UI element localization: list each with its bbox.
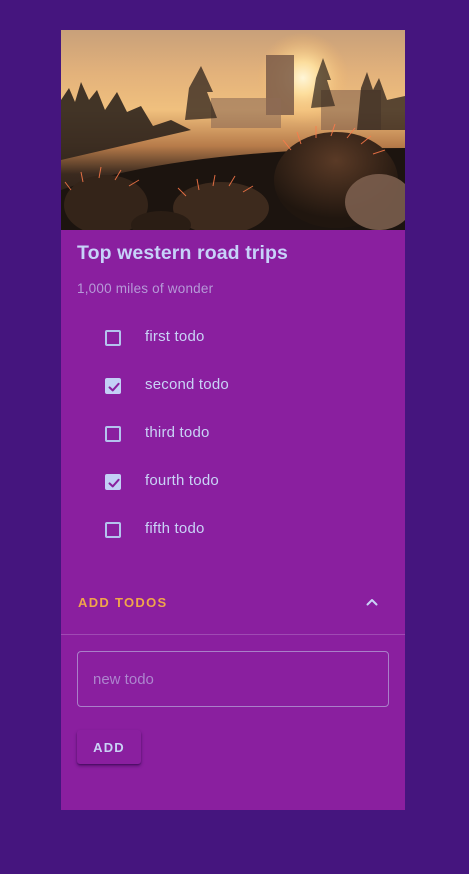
todo-item-third[interactable]: third todo bbox=[61, 410, 405, 458]
todo-label: fifth todo bbox=[145, 520, 205, 537]
checkbox-unchecked-icon[interactable] bbox=[105, 522, 121, 538]
sunset-photo-illustration bbox=[61, 32, 405, 230]
checkbox-unchecked-icon[interactable] bbox=[105, 426, 121, 442]
todo-item-second[interactable]: second todo bbox=[61, 362, 405, 410]
todo-label: second todo bbox=[145, 376, 229, 393]
add-todos-expander-header[interactable]: ADD TODOS bbox=[61, 578, 405, 626]
new-todo-input[interactable] bbox=[78, 652, 388, 706]
card-media-image bbox=[61, 30, 405, 230]
checkmark-icon bbox=[108, 478, 120, 488]
checkbox-checked-icon[interactable] bbox=[105, 474, 121, 490]
chevron-up-icon[interactable] bbox=[364, 594, 380, 610]
checkbox-unchecked-icon[interactable] bbox=[105, 330, 121, 346]
todo-item-fifth[interactable]: fifth todo bbox=[61, 506, 405, 554]
checkmark-icon bbox=[108, 382, 120, 392]
todo-list: first todo second todo third todo fourth… bbox=[61, 314, 405, 554]
card-subtitle: 1,000 miles of wonder bbox=[77, 281, 214, 296]
add-button[interactable]: ADD bbox=[77, 730, 141, 764]
divider bbox=[61, 634, 405, 635]
todo-label: third todo bbox=[145, 424, 210, 441]
checkbox-checked-icon[interactable] bbox=[105, 378, 121, 394]
todo-item-fourth[interactable]: fourth todo bbox=[61, 458, 405, 506]
new-todo-field[interactable] bbox=[77, 651, 389, 707]
card-title: Top western road trips bbox=[77, 242, 288, 264]
todo-label: fourth todo bbox=[145, 472, 219, 489]
expander-title: ADD TODOS bbox=[78, 595, 168, 610]
todo-label: first todo bbox=[145, 328, 205, 345]
page: Top western road trips 1,000 miles of wo… bbox=[0, 0, 469, 874]
todo-card: Top western road trips 1,000 miles of wo… bbox=[61, 30, 405, 810]
todo-item-first[interactable]: first todo bbox=[61, 314, 405, 362]
